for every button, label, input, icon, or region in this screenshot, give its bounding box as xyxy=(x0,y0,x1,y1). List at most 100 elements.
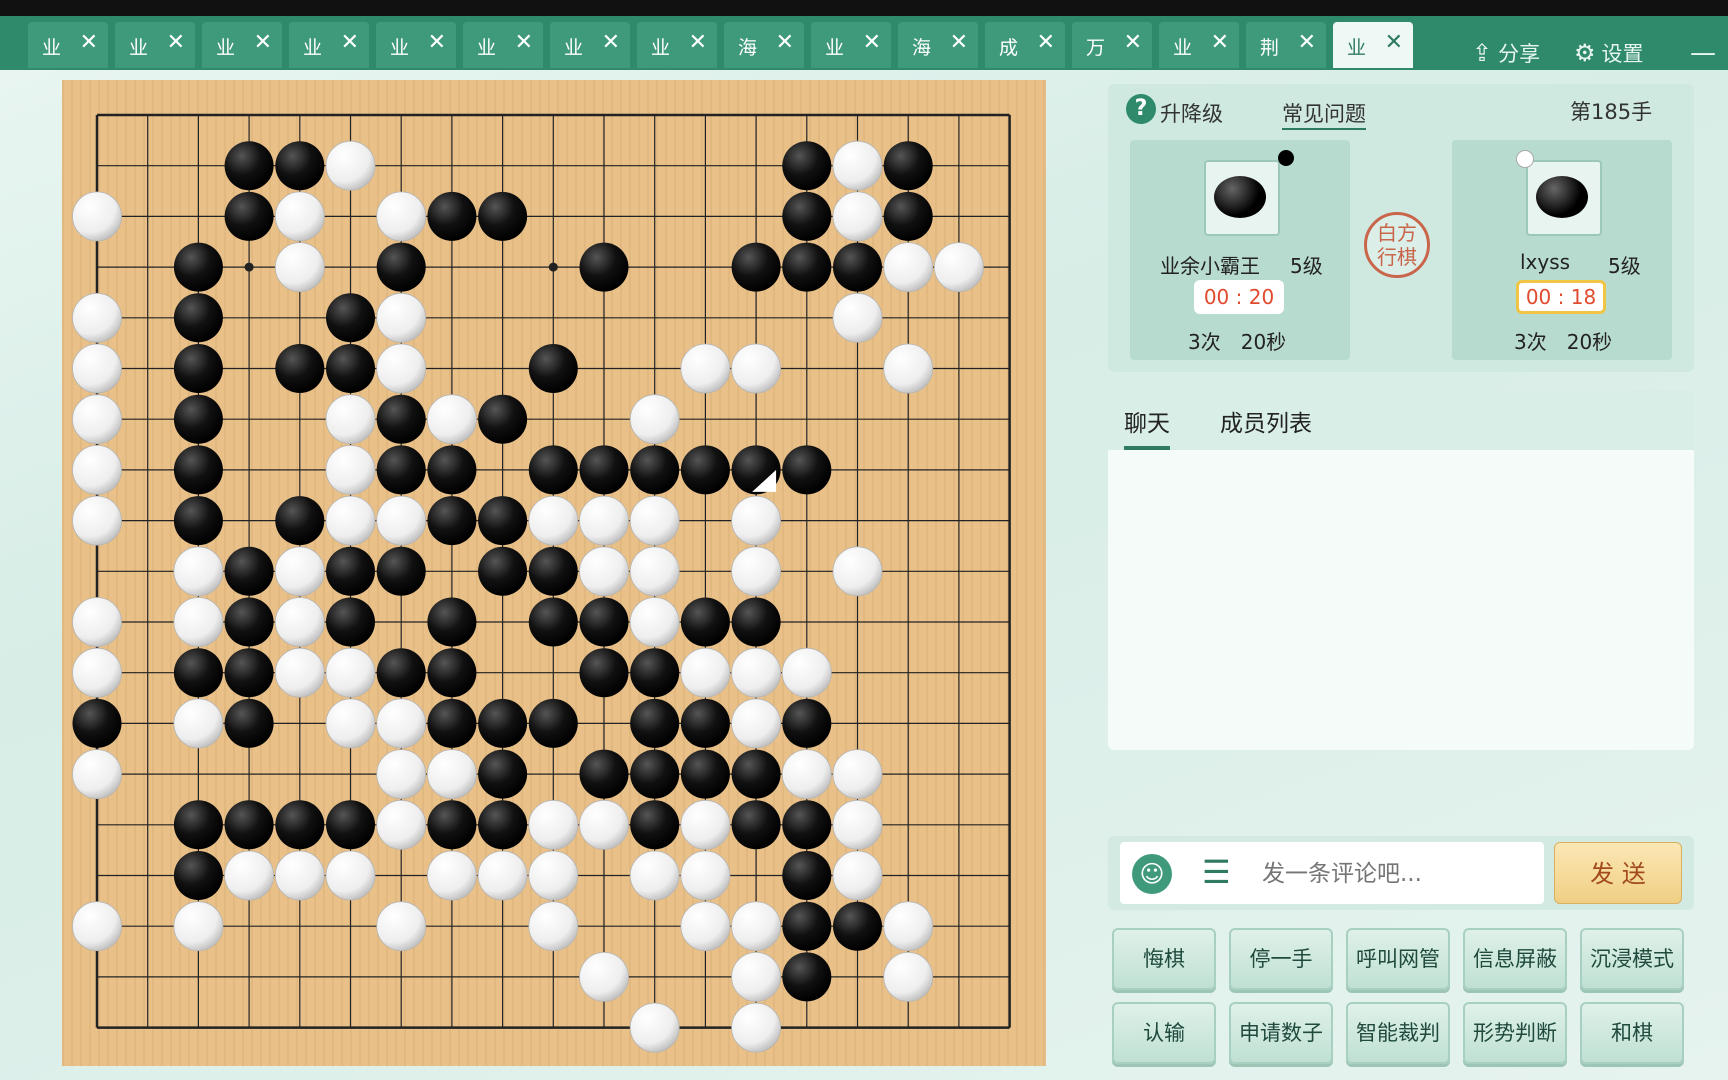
action-button[interactable]: 申请数子 xyxy=(1229,1002,1333,1064)
black-player-rank: 5级 xyxy=(1290,254,1323,278)
white-stone xyxy=(72,597,122,647)
action-button[interactable]: 沉浸模式 xyxy=(1580,928,1684,990)
black-stone xyxy=(782,141,832,191)
comment-input[interactable] xyxy=(1260,852,1534,896)
settings-button[interactable]: ⚙ 设置 xyxy=(1574,38,1644,68)
white-stone xyxy=(528,850,579,901)
white-stone xyxy=(934,242,984,293)
tab-8[interactable]: 海 ✕ xyxy=(724,22,804,68)
close-icon[interactable]: ✕ xyxy=(254,31,272,55)
white-stone xyxy=(680,901,731,952)
black-stone xyxy=(782,698,832,748)
tab-9[interactable]: 业 ✕ xyxy=(811,22,891,68)
tab-15[interactable]: 业 ✕ xyxy=(1333,22,1413,68)
white-stone xyxy=(426,850,477,901)
white-stone-indicator-icon xyxy=(1516,150,1534,168)
white-stone xyxy=(72,191,122,242)
black-stone xyxy=(731,597,781,647)
tab-11[interactable]: 成 ✕ xyxy=(985,22,1065,68)
close-icon[interactable]: ✕ xyxy=(1211,31,1229,55)
black-player-byoyomi: 3次 20秒 xyxy=(1188,330,1287,354)
white-stone xyxy=(72,343,122,394)
black-stone xyxy=(782,901,832,951)
close-icon[interactable]: ✕ xyxy=(1385,31,1403,55)
send-button[interactable]: 发 送 xyxy=(1554,842,1682,904)
tab-14[interactable]: 荆 ✕ xyxy=(1246,22,1326,68)
white-stone xyxy=(731,647,781,698)
go-board[interactable] xyxy=(62,80,1046,1066)
white-stone xyxy=(325,140,376,191)
black-stone xyxy=(478,496,528,546)
black-stone xyxy=(326,597,375,647)
white-stone xyxy=(731,495,781,546)
white-stone xyxy=(528,799,579,850)
black-stone xyxy=(173,344,223,393)
action-button[interactable]: 呼叫网管 xyxy=(1346,928,1450,990)
close-icon[interactable]: ✕ xyxy=(1037,31,1055,55)
tab-0[interactable]: 业 ✕ xyxy=(28,22,108,68)
list-icon[interactable]: ☰ xyxy=(1202,854,1231,890)
black-stone xyxy=(478,800,528,850)
close-icon[interactable]: ✕ xyxy=(602,31,620,55)
tab-7[interactable]: 业 ✕ xyxy=(637,22,717,68)
white-stone xyxy=(376,698,427,749)
white-stone xyxy=(274,850,325,901)
close-icon[interactable]: ✕ xyxy=(80,31,98,55)
tab-1[interactable]: 业 ✕ xyxy=(115,22,195,68)
black-stone xyxy=(731,749,781,799)
minimize-button[interactable]: — xyxy=(1690,38,1716,68)
black-stone xyxy=(275,496,325,546)
share-button[interactable]: ⇪ 分享 xyxy=(1472,38,1540,68)
tab-4[interactable]: 业 ✕ xyxy=(376,22,456,68)
white-player-name: lxyss xyxy=(1520,250,1571,274)
action-button[interactable]: 认输 xyxy=(1112,1002,1216,1064)
action-button[interactable]: 智能裁判 xyxy=(1346,1002,1450,1064)
tab-13[interactable]: 业 ✕ xyxy=(1159,22,1239,68)
white-stone xyxy=(579,495,629,546)
white-stone xyxy=(629,495,680,546)
close-icon[interactable]: ✕ xyxy=(341,31,359,55)
black-stone xyxy=(833,901,882,951)
black-stone xyxy=(478,546,528,596)
black-player-card: 业余小霸王 5级 00 : 20 3次 20秒 xyxy=(1130,140,1350,360)
close-icon[interactable]: ✕ xyxy=(689,31,707,55)
close-icon[interactable]: ✕ xyxy=(428,31,446,55)
white-stone xyxy=(224,850,275,901)
action-button[interactable]: 和棋 xyxy=(1580,1002,1684,1064)
tab-10[interactable]: 海 ✕ xyxy=(898,22,978,68)
tab-members[interactable]: 成员列表 xyxy=(1220,404,1312,438)
close-icon[interactable]: ✕ xyxy=(863,31,881,55)
black-stone xyxy=(478,698,528,748)
white-stone xyxy=(883,343,934,394)
action-button[interactable]: 信息屏蔽 xyxy=(1463,928,1567,990)
close-icon[interactable]: ✕ xyxy=(950,31,968,55)
help-icon[interactable]: ? xyxy=(1126,94,1156,124)
close-icon[interactable]: ✕ xyxy=(1298,31,1316,55)
close-icon[interactable]: ✕ xyxy=(776,31,794,55)
chat-messages-area[interactable] xyxy=(1108,450,1694,750)
white-stone xyxy=(376,749,427,799)
tab-label: 海 xyxy=(738,37,758,59)
tab-6[interactable]: 业 ✕ xyxy=(550,22,630,68)
action-button[interactable]: 形势判断 xyxy=(1463,1002,1567,1064)
tab-2[interactable]: 业 ✕ xyxy=(202,22,282,68)
black-stone xyxy=(528,445,578,495)
close-icon[interactable]: ✕ xyxy=(515,31,533,55)
close-icon[interactable]: ✕ xyxy=(1124,31,1142,55)
tab-chat[interactable]: 聊天 xyxy=(1124,404,1170,450)
emoji-icon[interactable]: ☺ xyxy=(1132,854,1172,894)
action-button[interactable]: 停一手 xyxy=(1229,928,1333,990)
tab-12[interactable]: 万 ✕ xyxy=(1072,22,1152,68)
white-stone xyxy=(376,191,427,242)
tab-3[interactable]: 业 ✕ xyxy=(289,22,369,68)
black-stone xyxy=(528,344,578,393)
action-button[interactable]: 悔棋 xyxy=(1112,928,1216,990)
close-icon[interactable]: ✕ xyxy=(167,31,185,55)
black-player-name: 业余小霸王 xyxy=(1160,254,1260,278)
black-stone xyxy=(579,597,629,647)
rank-rules-link[interactable]: 升降级 xyxy=(1160,98,1223,128)
tab-5[interactable]: 业 ✕ xyxy=(463,22,543,68)
faq-link[interactable]: 常见问题 xyxy=(1282,98,1366,130)
go-board-svg[interactable] xyxy=(62,80,1046,1066)
white-stone xyxy=(629,394,680,445)
